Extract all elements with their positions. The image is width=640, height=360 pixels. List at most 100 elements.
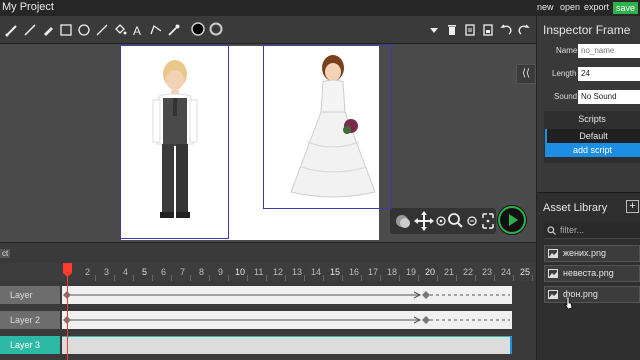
timeline-tick-mark — [266, 275, 267, 281]
timeline-tick-label: 3 — [104, 267, 110, 277]
eraser-icon[interactable] — [40, 22, 56, 38]
timeline-tick-label: 12 — [273, 267, 284, 277]
name-label: Name — [556, 46, 578, 55]
timeline-tick-mark — [152, 275, 153, 281]
new-button[interactable]: new — [537, 2, 554, 12]
timeline-panel: ct 2 3 4 5 6 7 8 9 10 11 12 13 14 15 16 17 18 19 20 21 22 23 2… — [0, 242, 536, 360]
playhead[interactable] — [63, 263, 72, 360]
timeline-tab[interactable]: ct — [0, 249, 11, 258]
copy-icon[interactable] — [462, 22, 478, 38]
text-icon[interactable]: A — [130, 22, 146, 38]
pencil-icon[interactable] — [22, 22, 38, 38]
play-button[interactable] — [497, 205, 527, 235]
timeline-tick-mark — [437, 275, 438, 281]
sound-label: Sound — [554, 92, 578, 101]
top-bar: My Project new open export save — [0, 0, 640, 16]
layer-track-selected[interactable] — [62, 336, 512, 354]
rectangle-icon[interactable] — [58, 22, 74, 38]
timeline-tick-label: 7 — [180, 267, 186, 277]
timeline-tick-mark — [399, 275, 400, 281]
timeline-tick-label: 2 — [85, 267, 91, 277]
svg-text:A: A — [133, 24, 141, 38]
timeline-tick-label: 8 — [199, 267, 205, 277]
timeline-tick-label: 11 — [254, 267, 264, 277]
add-asset-button[interactable]: + — [626, 200, 639, 213]
asset-item[interactable]: фон.png — [544, 286, 640, 303]
dropdown-arrow-icon[interactable] — [426, 22, 442, 38]
timeline-ruler[interactable]: 2 3 4 5 6 7 8 9 10 11 12 13 14 15 16 17 18 19 20 21 22 23 24 25 — [0, 263, 536, 281]
ellipse-icon[interactable] — [76, 22, 92, 38]
trash-icon[interactable] — [444, 22, 460, 38]
asset-item-label: невеста.png — [563, 268, 614, 278]
play-icon — [498, 206, 526, 234]
timeline-tick-label: 17 — [368, 267, 379, 277]
script-default-item[interactable]: Default — [545, 129, 640, 143]
redo-icon[interactable] — [516, 22, 532, 38]
layer-track[interactable] — [62, 286, 512, 304]
bride-selection-frame — [263, 44, 392, 209]
groom-selection-frame — [120, 44, 229, 239]
timeline-tick-label: 23 — [482, 267, 493, 277]
timeline-tick-mark — [342, 275, 343, 281]
sound-select[interactable]: No Sound — [578, 90, 640, 104]
length-input[interactable]: 24 — [578, 67, 640, 81]
timeline-tick-label: 18 — [387, 267, 398, 277]
tween-line — [63, 291, 510, 299]
timeline-tick-mark — [380, 275, 381, 281]
timeline-tick-label: 6 — [161, 267, 167, 277]
open-button[interactable]: open — [560, 2, 580, 12]
search-icon — [547, 226, 556, 235]
scripts-title: Scripts — [578, 114, 606, 124]
layer-name[interactable]: Layer 2 — [0, 311, 60, 329]
layer-row[interactable]: Layer — [0, 284, 536, 305]
collapse-panel-button[interactable]: ⟨⟨ — [516, 64, 536, 84]
asset-item[interactable]: невеста.png — [544, 265, 640, 282]
brush-icon[interactable] — [4, 22, 20, 38]
stage-canvas[interactable]: ⟨⟨ — [0, 44, 536, 242]
layer-name[interactable]: Layer — [0, 286, 60, 304]
fill-bucket-icon[interactable] — [112, 22, 128, 38]
timeline-tick-label: 16 — [349, 267, 360, 277]
timeline-tick-mark — [171, 275, 172, 281]
asset-filter-input[interactable]: filter... — [544, 222, 640, 239]
save-button[interactable]: save — [612, 2, 638, 14]
image-icon — [548, 290, 558, 299]
layer-row[interactable]: Layer 3 — [0, 334, 536, 355]
mouse-cursor-icon — [564, 296, 573, 310]
timeline-tick-mark — [323, 275, 324, 281]
timeline-tick-mark — [456, 275, 457, 281]
timeline-tick-mark — [513, 275, 514, 281]
timeline-tick-mark — [209, 275, 210, 281]
timeline-tick-mark — [285, 275, 286, 281]
eyedropper-icon[interactable] — [166, 22, 182, 38]
timeline-tick-label: 14 — [311, 267, 322, 277]
add-script-button[interactable]: add script — [545, 143, 640, 157]
line-icon[interactable] — [94, 22, 110, 38]
layer-row[interactable]: Layer 2 — [0, 309, 536, 330]
timeline-tick-mark — [247, 275, 248, 281]
fill-color-swatch[interactable] — [208, 21, 224, 37]
timeline-tick-mark — [228, 275, 229, 281]
stage-view-tools — [390, 208, 496, 234]
undo-icon[interactable] — [498, 22, 514, 38]
timeline-tick-mark — [133, 275, 134, 281]
asset-filter-placeholder: filter... — [560, 225, 585, 235]
timeline-tick-label: 13 — [292, 267, 303, 277]
layer-name-selected[interactable]: Layer 3 — [0, 336, 60, 354]
timeline-tick-mark — [475, 275, 476, 281]
timeline-tick-label: 20 — [425, 267, 436, 277]
paste-icon[interactable] — [480, 22, 496, 38]
path-icon[interactable] — [148, 22, 164, 38]
timeline-tick-mark — [95, 275, 96, 281]
name-input[interactable] — [578, 44, 640, 58]
export-button[interactable]: export — [584, 2, 609, 12]
timeline-tick-label: 4 — [123, 267, 129, 277]
timeline-tick-mark — [114, 275, 115, 281]
stroke-color-swatch[interactable] — [190, 21, 206, 37]
timeline-tick-label: 5 — [142, 267, 148, 277]
layer-track[interactable] — [62, 311, 512, 329]
inspector-title: Inspector Frame — [543, 23, 631, 37]
timeline-tick-mark — [304, 275, 305, 281]
timeline-tick-mark — [494, 275, 495, 281]
asset-item[interactable]: жених.png — [544, 245, 640, 262]
